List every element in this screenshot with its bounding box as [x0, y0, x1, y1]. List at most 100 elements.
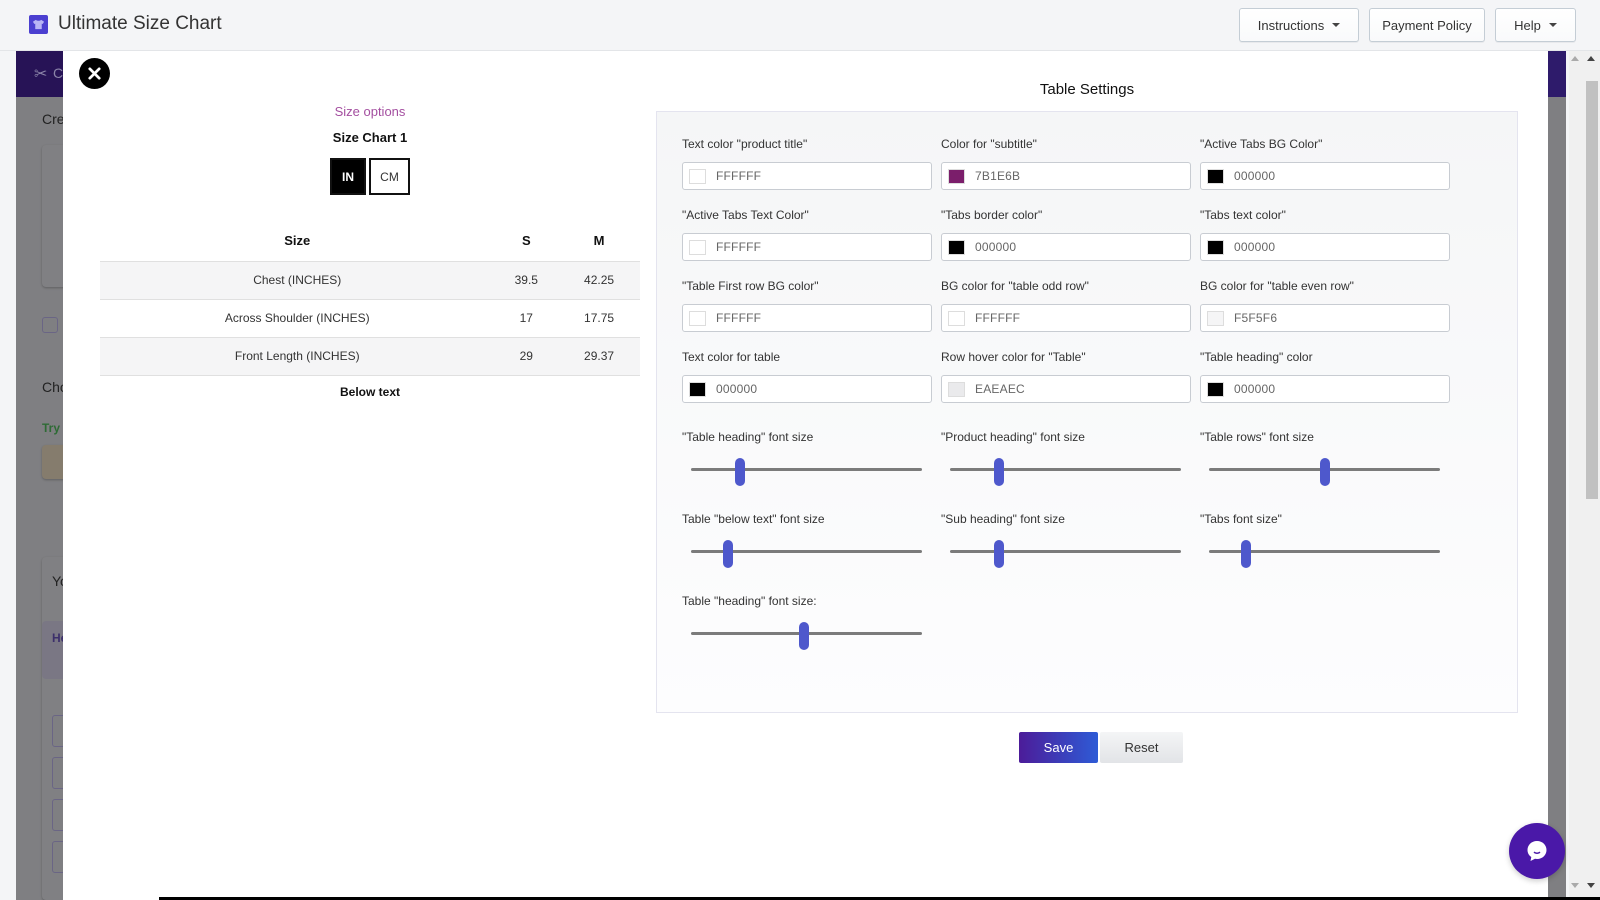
color-value: 000000 [716, 382, 758, 396]
color-input[interactable]: F5F5F6 [1200, 304, 1450, 332]
slider-thumb[interactable] [993, 458, 1004, 486]
chat-widget-button[interactable] [1509, 823, 1565, 879]
color-swatch[interactable] [1207, 381, 1224, 397]
color-field-label: Text color for table [682, 350, 781, 364]
font-size-slider[interactable]: "Sub heading" font size [941, 512, 1191, 568]
scroll-thumb[interactable] [1586, 81, 1598, 499]
slider-label: Table "heading" font size: [682, 594, 817, 608]
table-cell: Front Length (INCHES) [100, 337, 495, 376]
vertical-scrollbar[interactable] [1569, 51, 1600, 900]
tab-centimeters[interactable]: CM [369, 158, 410, 195]
color-input[interactable]: FFFFFF [941, 304, 1191, 332]
slider-thumb[interactable] [799, 622, 810, 650]
color-field: Color for "subtitle" 7B1E6B [941, 137, 1191, 190]
color-swatch[interactable] [948, 310, 965, 326]
color-swatch[interactable] [689, 381, 706, 397]
close-icon [88, 67, 101, 80]
color-swatch[interactable] [689, 310, 706, 326]
color-input[interactable]: 000000 [1200, 233, 1450, 261]
slider-label: "Table rows" font size [1200, 430, 1314, 444]
reset-button[interactable]: Reset [1100, 732, 1183, 763]
slider-thumb[interactable] [1240, 540, 1251, 568]
color-field: "Tabs border color" 000000 [941, 208, 1191, 261]
color-value: 7B1E6B [975, 169, 1021, 183]
color-swatch[interactable] [948, 168, 965, 184]
color-input[interactable]: 000000 [682, 375, 932, 403]
color-swatch[interactable] [948, 381, 965, 397]
color-input[interactable]: EAEAEC [941, 375, 1191, 403]
color-field-label: "Active Tabs BG Color" [1200, 137, 1323, 151]
color-field-label: "Active Tabs Text Color" [682, 208, 809, 222]
color-input[interactable]: 000000 [941, 233, 1191, 261]
color-swatch[interactable] [689, 239, 706, 255]
chevron-down-icon [1332, 23, 1341, 27]
table-header-row: Size S M [100, 221, 640, 261]
settings-title: Table Settings [1039, 81, 1135, 98]
background-link: Try [42, 421, 61, 435]
font-size-slider[interactable]: "Tabs font size" [1200, 512, 1450, 568]
save-button[interactable]: Save [1019, 732, 1098, 763]
slider-track[interactable] [691, 468, 922, 471]
color-field-label: Row hover color for "Table" [941, 350, 1086, 364]
slider-track[interactable] [950, 550, 1181, 553]
color-swatch[interactable] [1207, 168, 1224, 184]
tab-inches[interactable]: IN [330, 158, 366, 195]
help-dropdown[interactable]: Help [1495, 8, 1576, 42]
color-input[interactable]: 000000 [1200, 162, 1450, 190]
color-value: FFFFFF [716, 240, 762, 254]
slider-thumb[interactable] [993, 540, 1004, 568]
scroll-up-icon[interactable] [1571, 56, 1579, 61]
color-field: BG color for "table even row" F5F5F6 [1200, 279, 1450, 332]
color-field-label: Color for "subtitle" [941, 137, 1037, 151]
slider-thumb[interactable] [734, 458, 745, 486]
scroll-up-icon[interactable] [1587, 56, 1595, 61]
color-field: BG color for "table odd row" FFFFFF [941, 279, 1191, 332]
color-input[interactable]: FFFFFF [682, 304, 932, 332]
color-field-label: "Table First row BG color" [682, 279, 819, 293]
slider-track[interactable] [950, 468, 1181, 471]
table-row: Across Shoulder (INCHES) 17 17.75 [100, 299, 640, 338]
table-settings-panel: Text color "product title" FFFFFF Color fo… [656, 111, 1518, 763]
font-size-slider[interactable]: "Table rows" font size [1200, 430, 1450, 486]
font-size-slider[interactable]: "Table heading" font size [682, 430, 932, 486]
table-cell: 17 [494, 299, 559, 338]
font-size-slider[interactable]: "Product heading" font size [941, 430, 1191, 486]
instructions-label: Instructions [1257, 17, 1325, 33]
color-swatch[interactable] [1207, 239, 1224, 255]
color-swatch[interactable] [689, 168, 706, 184]
table-row: Front Length (INCHES) 29 29.37 [100, 337, 640, 376]
color-field: "Table First row BG color" FFFFFF [682, 279, 932, 332]
payment-policy-button[interactable]: Payment Policy [1369, 8, 1485, 42]
table-cell: Chest (INCHES) [100, 260, 495, 300]
scroll-down-icon[interactable] [1571, 883, 1579, 888]
instructions-dropdown[interactable]: Instructions [1239, 8, 1359, 42]
color-input[interactable]: FFFFFF [682, 233, 932, 261]
color-swatch[interactable] [948, 239, 965, 255]
preview-chart-title: Size Chart 1 [332, 130, 408, 145]
color-input[interactable]: FFFFFF [682, 162, 932, 190]
size-table: Size S M Chest (INCHES) 39.5 42.25 Acros… [100, 221, 640, 376]
slider-label: "Table heading" font size [682, 430, 814, 444]
table-cell: 29.37 [558, 337, 640, 376]
color-field-label: "Table heading" color [1200, 350, 1313, 364]
table-header-cell: M [593, 233, 605, 249]
scroll-down-icon[interactable] [1587, 883, 1595, 888]
color-field: Text color for table 000000 [682, 350, 932, 403]
size-chart-preview: Size options Size Chart 1 IN CM Size S M… [100, 101, 640, 399]
color-input[interactable]: 000000 [1200, 375, 1450, 403]
table-cell: 29 [494, 337, 559, 376]
font-size-slider[interactable]: Table "heading" font size: [682, 594, 932, 650]
font-size-slider[interactable]: Table "below text" font size [682, 512, 932, 568]
table-cell: 17.75 [558, 299, 640, 338]
color-field: "Table heading" color 000000 [1200, 350, 1450, 403]
slider-label: "Product heading" font size [941, 430, 1085, 444]
color-swatch[interactable] [1207, 310, 1224, 326]
color-field: "Active Tabs BG Color" 000000 [1200, 137, 1450, 190]
background-text: Cre [42, 111, 65, 127]
color-field-label: Text color "product title" [682, 137, 808, 151]
color-input[interactable]: 7B1E6B [941, 162, 1191, 190]
slider-thumb[interactable] [722, 540, 733, 568]
slider-thumb[interactable] [1319, 458, 1330, 486]
close-button[interactable] [79, 58, 110, 89]
payment-policy-label: Payment Policy [1382, 17, 1472, 33]
